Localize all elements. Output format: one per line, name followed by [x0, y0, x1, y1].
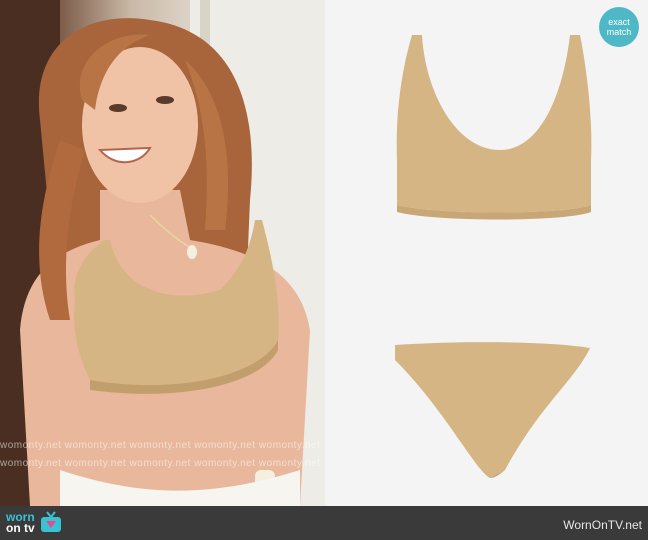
logo-line2: on tv [6, 521, 35, 535]
badge-label-line2: match [606, 27, 632, 37]
tv-icon [40, 511, 61, 532]
site-logo[interactable]: worn on tv [6, 510, 63, 536]
bikini-product-illustration [395, 35, 592, 478]
bikini-bottom-shape [395, 342, 590, 478]
watermark-text: womonty.net womonty.net womonty.net womo… [0, 440, 321, 451]
watermark-text: womonty.net womonty.net womonty.net womo… [0, 458, 321, 469]
bikini-top-shape [396, 35, 592, 213]
photo-woman: womonty.net womonty.net womonty.net womo… [0, 0, 325, 506]
badge-label-line1: exact [608, 17, 630, 27]
footer-bar: worn on tv WornOnTV.net [0, 506, 648, 540]
exact-match-badge[interactable]: exact match [599, 7, 639, 47]
site-url: WornOnTV.net [563, 518, 642, 532]
photo-product [325, 0, 648, 506]
woman-illustration [0, 0, 325, 506]
